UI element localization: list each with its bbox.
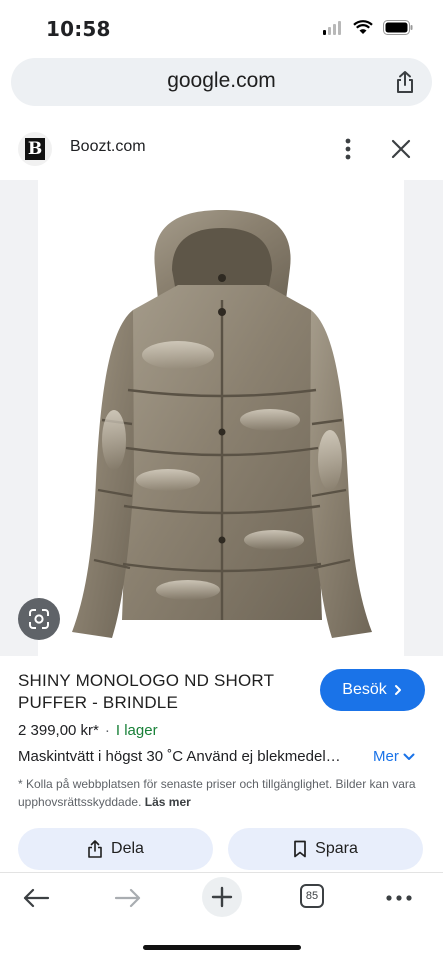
more-vert-icon[interactable] [338,136,358,162]
menu-button[interactable] [384,883,414,913]
more-label: Mer [373,748,399,765]
address-bar[interactable]: google.com [11,58,432,106]
google-lens-button[interactable] [18,598,60,640]
puffer-jacket-image [72,210,372,638]
arrow-right-icon [114,888,141,908]
share-label: Dela [111,840,144,857]
share-icon[interactable] [394,70,416,94]
share-button[interactable]: Dela [18,828,213,870]
forward-button[interactable] [112,883,144,913]
signal-icon [323,20,341,35]
save-label: Spara [315,840,358,857]
home-indicator[interactable] [143,945,301,950]
new-tab-button[interactable] [202,877,242,917]
clock: 10:58 [46,17,111,41]
bookmark-icon [294,840,306,858]
more-button[interactable]: Mer [373,748,415,765]
arrow-left-icon [23,888,50,908]
more-horiz-icon [386,895,412,901]
visit-label: Besök [342,681,387,698]
status-icons [323,20,413,35]
save-button[interactable]: Spara [228,828,423,870]
url-text[interactable]: google.com [11,69,432,93]
status-bar: 10:58 [0,0,443,56]
boozt-logo-letter: B [25,138,45,160]
stock-status: I lager [115,722,158,739]
product-image[interactable] [38,180,404,656]
tab-switcher-button[interactable]: 85 [300,884,324,908]
site-header: B Boozt.com [0,122,443,178]
chevron-right-icon [394,685,401,695]
product-description: Maskintvätt i högst 30 ˚C Använd ej blek… [18,748,341,765]
disclaimer: * Kolla på webbplatsen för senaste prise… [18,775,423,811]
chevron-down-icon [403,753,415,760]
battery-icon [383,20,413,35]
share-icon [88,840,102,858]
separator-dot: · [104,722,110,739]
browser-toolbar: 85 [0,872,443,923]
site-name[interactable]: Boozt.com [70,138,146,156]
wifi-icon [353,20,373,34]
visit-button[interactable]: Besök [320,669,425,711]
price-row: 2 399,00 kr* · I lager [18,722,158,739]
disclaimer-text: * Kolla på webbplatsen för senaste prise… [18,777,416,809]
read-more-link[interactable]: Läs mer [145,795,191,809]
price: 2 399,00 kr* [18,722,99,739]
plus-icon [211,886,233,908]
product-image-area [0,180,443,656]
close-icon[interactable] [390,138,412,160]
product-title[interactable]: SHINY MONOLOGO ND SHORT PUFFER - BRINDLE [18,670,308,714]
lens-icon [29,609,49,629]
site-logo: B [18,132,52,166]
back-button[interactable] [20,883,52,913]
